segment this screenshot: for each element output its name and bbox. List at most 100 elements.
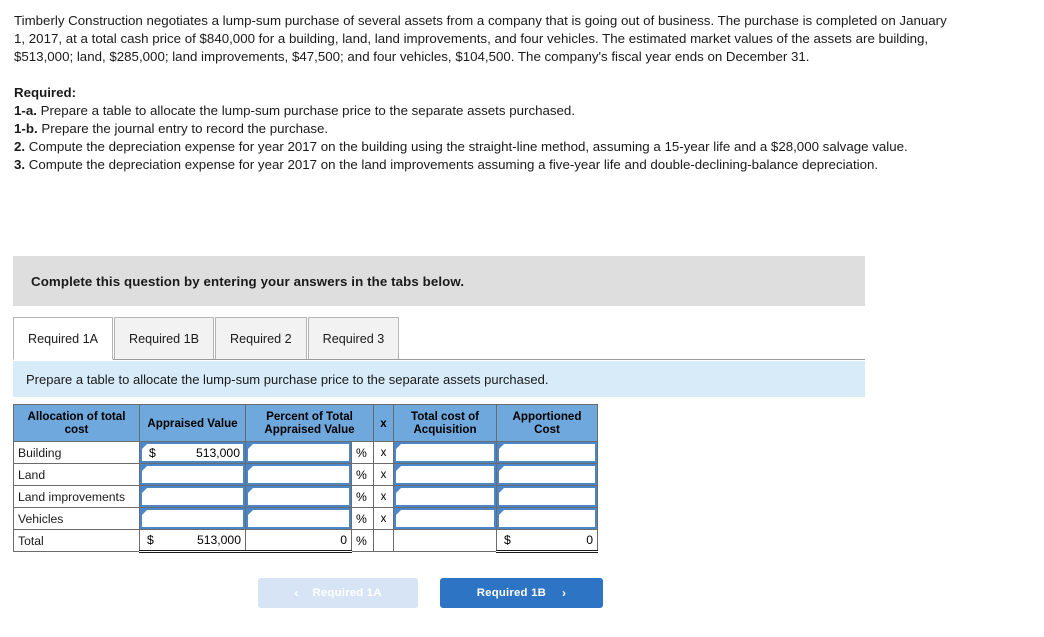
appraised-value-input-land-improvements[interactable] [140, 486, 245, 507]
column-header-percent-of-total-appraised-value: Percent of Total Appraised Value [245, 404, 374, 442]
percent-input-land[interactable] [246, 464, 351, 485]
total-cost-input-land-improvements[interactable] [394, 486, 496, 507]
tab-required-1a[interactable]: Required 1A [13, 317, 114, 360]
tab-required-3[interactable]: Required 3 [307, 317, 400, 359]
percent-symbol: % [356, 511, 367, 526]
required-item-2: 2. Compute the depreciation expense for … [14, 138, 958, 156]
appraised-value-cell-land-improvements [139, 485, 246, 508]
appraised-value-input-building[interactable]: $ 513,000 [140, 442, 245, 463]
required-item-1b-text: Prepare the journal entry to record the … [37, 121, 329, 137]
required-heading: Required: [14, 84, 77, 100]
required-item-1b-number: 1-b. [14, 121, 38, 137]
total-cost-input-land[interactable] [394, 464, 496, 485]
tab-required-1b-label: Required 1B [129, 331, 200, 346]
apportioned-cost-input-land[interactable] [497, 464, 597, 485]
tab-required-3-label: Required 3 [322, 331, 385, 346]
table-row: Land % x [13, 463, 598, 486]
row-label-land: Land [18, 467, 46, 482]
percent-input-land-improvements[interactable] [246, 486, 351, 507]
tab-required-2-label: Required 2 [230, 331, 292, 346]
appraised-value-cell-land [139, 463, 246, 486]
percent-cell-land [245, 463, 352, 486]
percent-symbol-cell-land: % [351, 463, 374, 486]
percent-symbol: % [356, 467, 367, 482]
row-label-vehicles: Vehicles [18, 511, 64, 526]
row-label-cell-land: Land [13, 463, 140, 486]
total-percent-value: 0 [246, 530, 351, 550]
total-cost-input-building[interactable] [394, 442, 496, 463]
total-multiply-cell [373, 529, 394, 552]
percent-symbol-cell-vehicles: % [351, 507, 374, 530]
next-requirement-button[interactable]: Required 1B › [440, 578, 603, 608]
multiply-cell-building: x [373, 441, 394, 464]
percent-symbol: % [356, 489, 367, 504]
table-row: Vehicles % x [13, 507, 598, 530]
required-item-2-text: Compute the depreciation expense for yea… [25, 139, 908, 155]
requirement-tabs: Required 1A Required 1B Required 2 Requi… [13, 317, 865, 360]
required-item-1a-text: Prepare a table to allocate the lump-sum… [36, 102, 576, 118]
apportioned-cost-input-land-improvements[interactable] [497, 486, 597, 507]
column-header-allocation-of-total-cost: Allocation of total cost [13, 404, 140, 442]
apportioned-cost-cell-building [496, 441, 598, 464]
column-header-multiply: x [373, 404, 394, 442]
percent-cell-vehicles [245, 507, 352, 530]
appraised-value-input-vehicles[interactable] [140, 508, 245, 529]
percent-input-building[interactable] [246, 442, 351, 463]
percent-symbol-cell-land-improvements: % [351, 485, 374, 508]
table-total-row: Total $ 513,000 0 % $ 0 [13, 529, 598, 553]
total-appraised-value-cell: $ 513,000 [139, 529, 246, 553]
apportioned-cost-input-vehicles[interactable] [497, 508, 597, 529]
required-item-3-text: Compute the depreciation expense for yea… [25, 157, 879, 173]
row-label-cell-vehicles: Vehicles [13, 507, 140, 530]
total-cost-input-vehicles[interactable] [394, 508, 496, 529]
required-item-3-number: 3. [14, 157, 26, 173]
required-item-1a: 1-a. Prepare a table to allocate the lum… [14, 102, 958, 120]
column-header-appraised-value: Appraised Value [139, 404, 246, 442]
dollar-sign: $ [147, 533, 154, 547]
total-cost-cell-building [393, 441, 497, 464]
required-item-1b: 1-b. Prepare the journal entry to record… [14, 120, 958, 138]
row-label-land-improvements: Land improvements [18, 489, 126, 504]
apportioned-cost-input-building[interactable] [497, 442, 597, 463]
multiply-symbol: x [380, 468, 387, 481]
appraised-value-input-land[interactable] [140, 464, 245, 485]
allocation-table-body: Building $ 513,000 % x Land % x Land imp… [13, 441, 598, 553]
total-percent-symbol-cell: % [351, 529, 374, 552]
tab-required-2[interactable]: Required 2 [215, 317, 307, 359]
multiply-symbol: x [380, 512, 387, 525]
apportioned-cost-cell-land [496, 463, 598, 486]
table-row: Land improvements % x [13, 485, 598, 508]
percent-cell-land-improvements [245, 485, 352, 508]
multiply-symbol: x [380, 446, 387, 459]
row-label-cell-land-improvements: Land improvements [13, 485, 140, 508]
allocation-table: Allocation of total cost Appraised Value… [13, 404, 598, 553]
tab-required-1a-label: Required 1A [28, 331, 99, 346]
appraised-value-cell-vehicles [139, 507, 246, 530]
table-row: Building $ 513,000 % x [13, 441, 598, 464]
column-header-apportioned-cost: Apportioned Cost [496, 404, 598, 442]
total-percent-amount: 0 [340, 533, 347, 547]
total-cost-of-acquisition-cell [393, 529, 497, 552]
tab-required-1b[interactable]: Required 1B [114, 317, 215, 359]
problem-statement: Timberly Construction negotiates a lump-… [0, 0, 972, 67]
percent-symbol: % [356, 533, 367, 548]
allocation-table-container: Allocation of total cost Appraised Value… [13, 404, 598, 553]
dollar-sign: $ [504, 533, 511, 547]
next-requirement-label: Required 1B [476, 587, 547, 599]
required-item-2-number: 2. [14, 139, 26, 155]
total-apportioned-cost-cell: $ 0 [496, 529, 598, 553]
total-apportioned-cost-value: $ 0 [497, 530, 597, 550]
row-label-total: Total [18, 533, 44, 548]
previous-requirement-button[interactable]: ‹ Required 1A [258, 578, 418, 608]
percent-cell-building [245, 441, 352, 464]
apportioned-cost-cell-vehicles [496, 507, 598, 530]
chevron-right-icon: › [562, 586, 567, 600]
total-cost-cell-land-improvements [393, 485, 497, 508]
percent-input-vehicles[interactable] [246, 508, 351, 529]
total-appraised-value-amount: 513,000 [196, 533, 241, 547]
navigation-buttons: ‹ Required 1A Required 1B › [258, 578, 603, 608]
multiply-cell-land: x [373, 463, 394, 486]
dollar-sign: $ [149, 445, 156, 460]
problem-paragraph: Timberly Construction negotiates a lump-… [14, 13, 947, 65]
allocation-table-head: Allocation of total cost Appraised Value… [13, 404, 598, 442]
